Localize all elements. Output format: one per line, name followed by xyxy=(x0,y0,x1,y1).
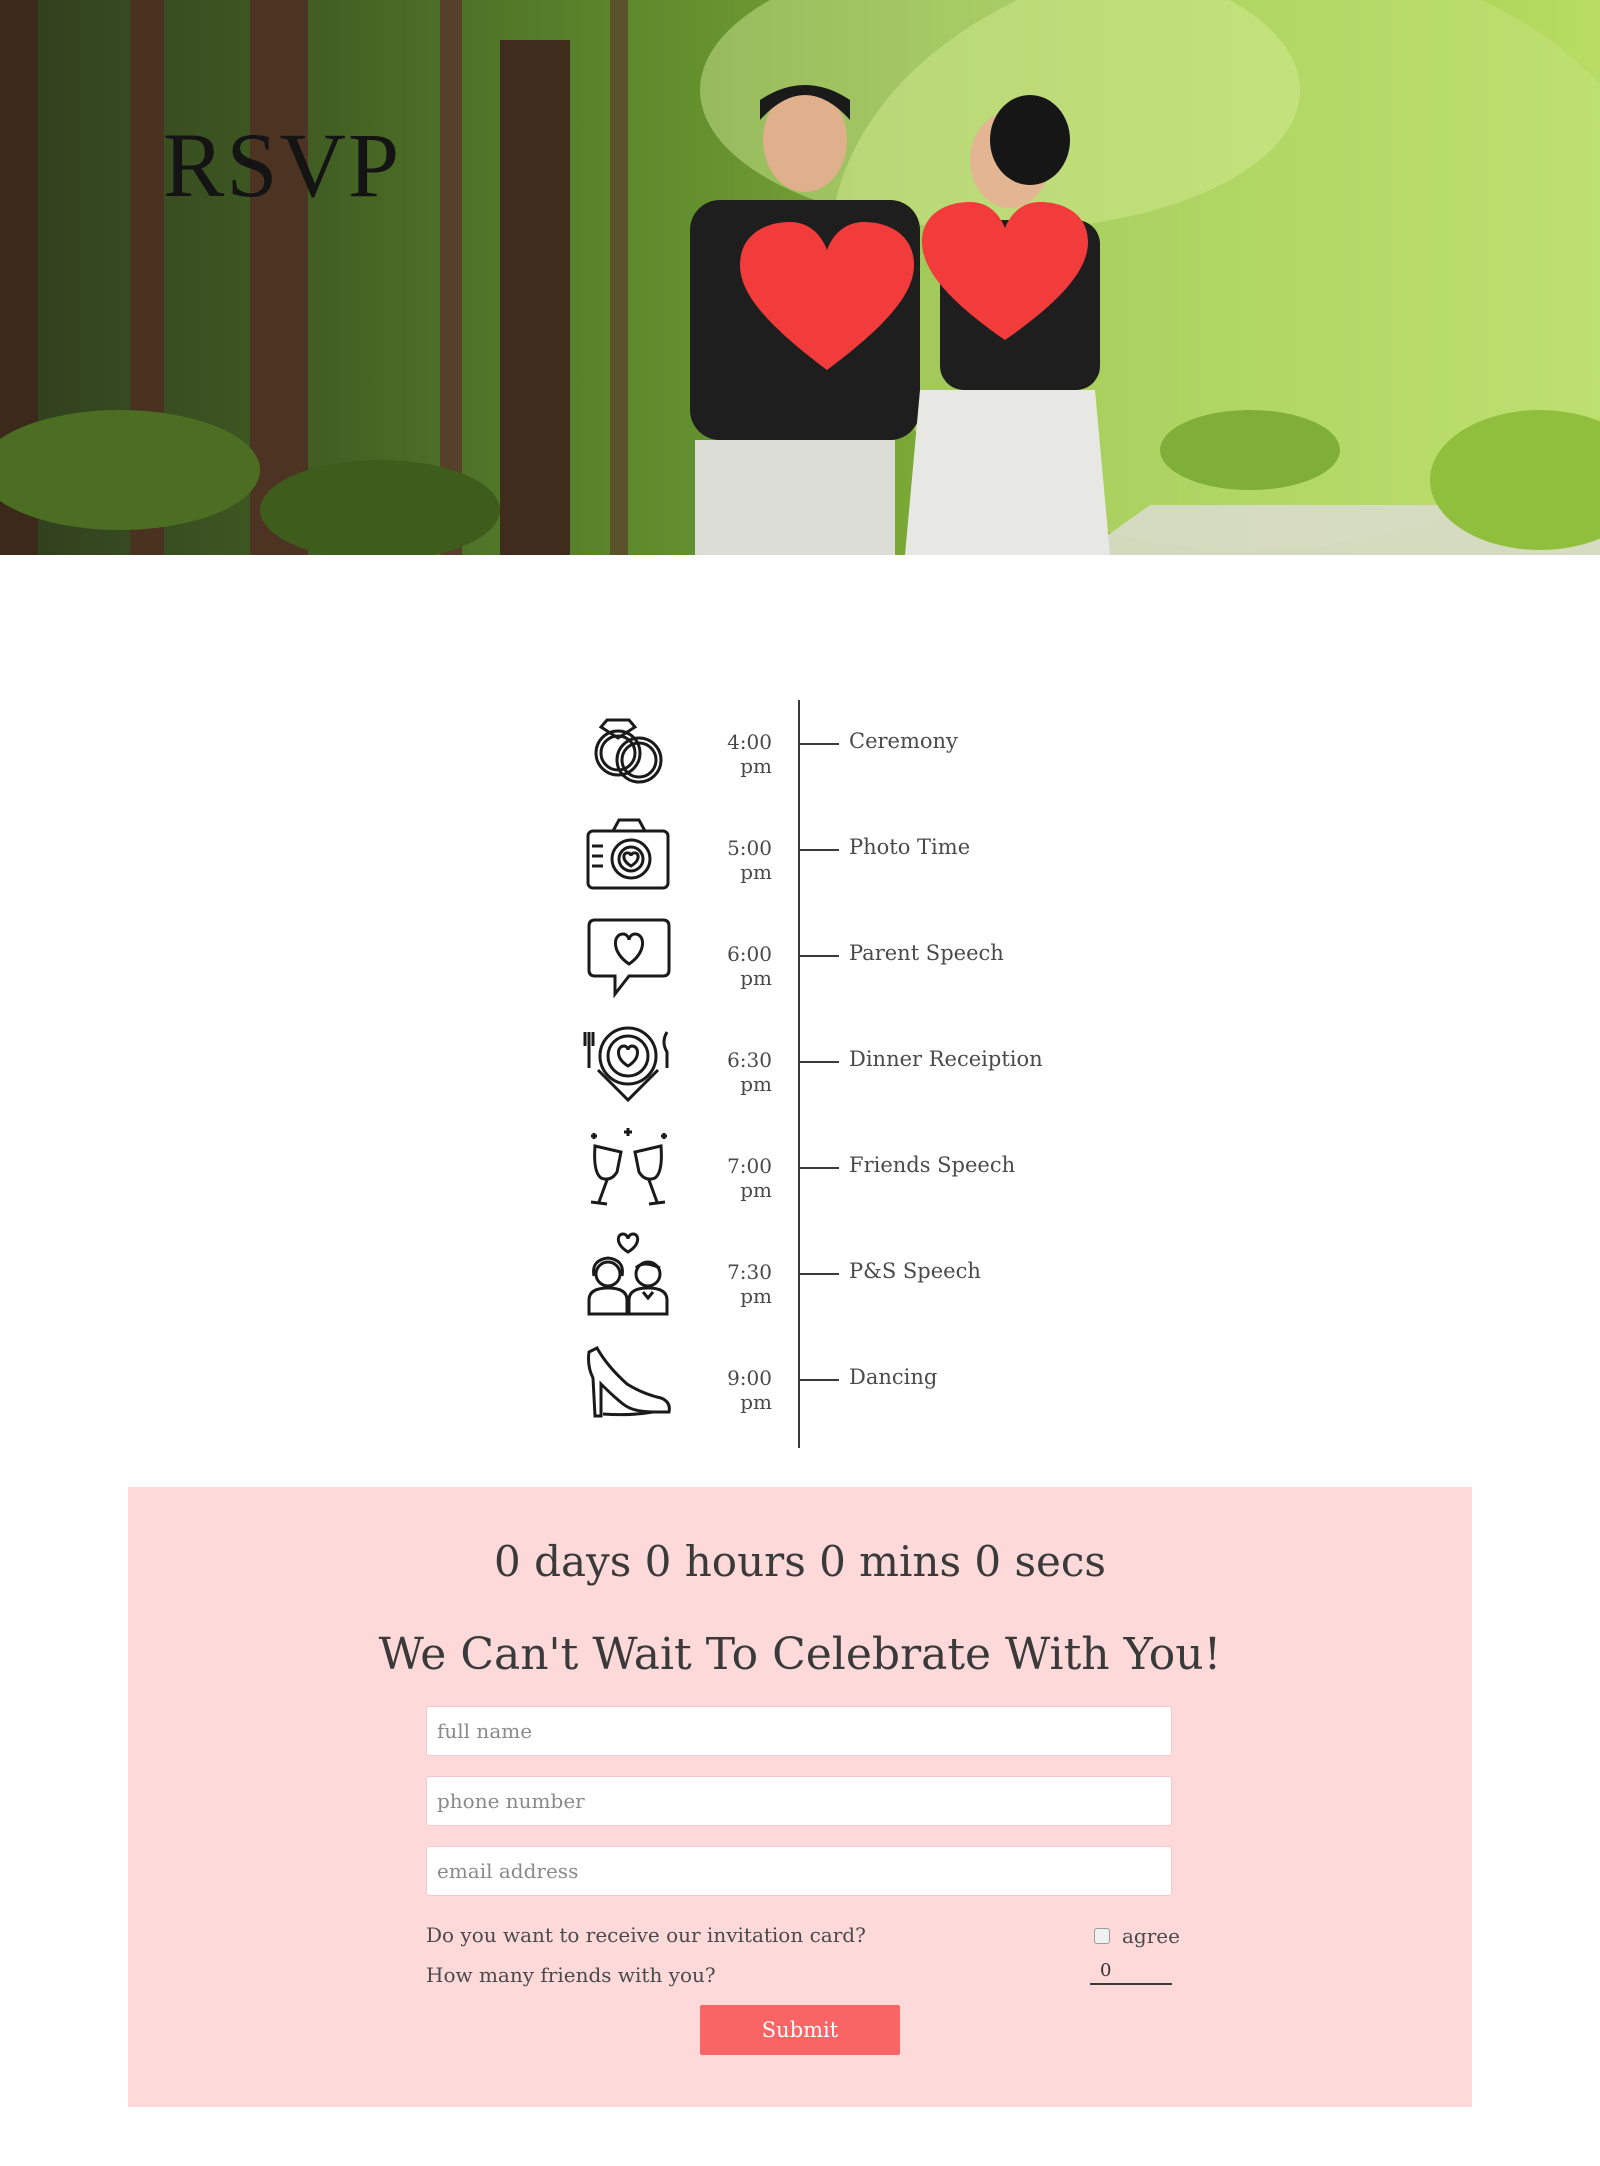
page-title: RSVP xyxy=(163,114,402,216)
camera-icon xyxy=(586,818,670,890)
timeline-item: 7:30 pm P&S Speech xyxy=(0,1230,1600,1320)
timeline-time: 9:00 pm xyxy=(727,1366,772,1414)
timeline-item: 9:00 pm Dancing xyxy=(0,1336,1600,1426)
timeline-item: 6:00 pm Parent Speech xyxy=(0,912,1600,1002)
dinner-plate-icon xyxy=(583,1026,669,1103)
timeline-time: 7:00 pm xyxy=(727,1154,772,1202)
rsvp-panel: 0 days 0 hours 0 mins 0 secs We Can't Wa… xyxy=(128,1487,1472,2107)
timeline-item: 4:00 pm Ceremony xyxy=(0,700,1600,790)
hero-banner: RSVP xyxy=(0,0,1600,555)
timeline-event: Dancing xyxy=(849,1365,938,1389)
timeline-event: Dinner Receiption xyxy=(849,1047,1043,1071)
agree-checkbox[interactable] xyxy=(1094,1928,1110,1944)
timeline-tick xyxy=(799,1273,839,1275)
toast-glasses-icon xyxy=(590,1128,667,1206)
timeline-event: Friends Speech xyxy=(849,1153,1016,1177)
timeline-tick xyxy=(799,743,839,745)
schedule-timeline: 4:00 pm Ceremony 5:00 pm Photo Time 6:00… xyxy=(0,700,1600,1450)
timeline-event: Photo Time xyxy=(849,835,971,859)
countdown-timer: 0 days 0 hours 0 mins 0 secs xyxy=(494,1537,1106,1586)
timeline-time: 6:00 pm xyxy=(727,942,772,990)
timeline-time: 5:00 pm xyxy=(727,836,772,884)
timeline-time: 4:00 pm xyxy=(727,730,772,778)
high-heel-icon xyxy=(587,1346,671,1418)
timeline-item: 5:00 pm Photo Time xyxy=(0,806,1600,896)
friends-question-label: How many friends with you? xyxy=(426,1963,716,1987)
timeline-event: Ceremony xyxy=(849,729,958,753)
timeline-tick xyxy=(799,849,839,851)
timeline-tick xyxy=(799,1167,839,1169)
timeline-event: P&S Speech xyxy=(849,1259,981,1283)
email-address-input[interactable] xyxy=(426,1846,1172,1896)
timeline-tick xyxy=(799,1379,839,1381)
hero-photo xyxy=(0,0,1600,555)
timeline-item: 6:30 pm Dinner Receiption xyxy=(0,1018,1600,1108)
speech-bubble-heart-icon xyxy=(587,918,671,999)
agree-option[interactable]: agree xyxy=(1094,1924,1180,1948)
phone-number-input[interactable] xyxy=(426,1776,1172,1826)
friends-count-input[interactable] xyxy=(1090,1957,1172,1985)
timeline-time: 6:30 pm xyxy=(727,1048,772,1096)
rings-icon xyxy=(594,718,663,784)
invitation-question-label: Do you want to receive our invitation ca… xyxy=(426,1923,866,1947)
timeline-item: 7:00 pm Friends Speech xyxy=(0,1124,1600,1214)
timeline-event: Parent Speech xyxy=(849,941,1004,965)
agree-label: agree xyxy=(1122,1924,1180,1948)
submit-button[interactable]: Submit xyxy=(700,2005,900,2055)
timeline-tick xyxy=(799,1061,839,1063)
couple-icon xyxy=(587,1232,669,1316)
timeline-tick xyxy=(799,955,839,957)
full-name-input[interactable] xyxy=(426,1706,1172,1756)
timeline-time: 7:30 pm xyxy=(727,1260,772,1308)
rsvp-headline: We Can't Wait To Celebrate With You! xyxy=(378,1629,1222,1680)
